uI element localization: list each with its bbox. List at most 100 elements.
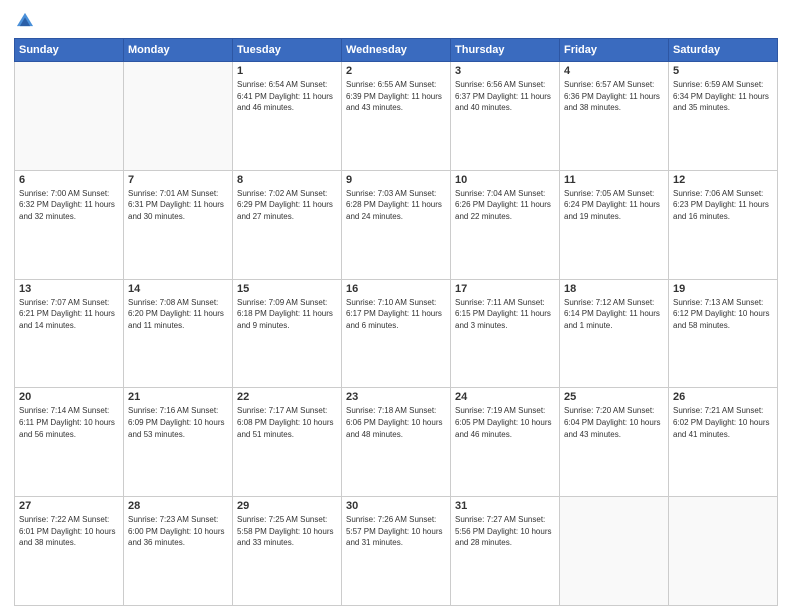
calendar-day-cell: 4 Sunrise: 6:57 AM Sunset: 6:36 PM Daylig… (560, 62, 669, 171)
calendar-day-cell: 17 Sunrise: 7:11 AM Sunset: 6:15 PM Dayli… (451, 279, 560, 388)
day-number: 26 (673, 391, 773, 403)
day-number: 10 (455, 174, 555, 186)
day-number: 29 (237, 500, 337, 512)
day-detail: Sunrise: 6:57 AM Sunset: 6:36 PM Dayligh… (564, 79, 664, 114)
day-number: 5 (673, 65, 773, 77)
calendar-day-cell: 31 Sunrise: 7:27 AM Sunset: 5:56 PM Dayli… (451, 497, 560, 606)
calendar-day-cell: 18 Sunrise: 7:12 AM Sunset: 6:14 PM Dayli… (560, 279, 669, 388)
day-detail: Sunrise: 7:11 AM Sunset: 6:15 PM Dayligh… (455, 297, 555, 332)
calendar-day-cell: 25 Sunrise: 7:20 AM Sunset: 6:04 PM Dayli… (560, 388, 669, 497)
day-number: 2 (346, 65, 446, 77)
day-detail: Sunrise: 7:26 AM Sunset: 5:57 PM Dayligh… (346, 514, 446, 549)
day-number: 12 (673, 174, 773, 186)
calendar-day-cell: 10 Sunrise: 7:04 AM Sunset: 6:26 PM Dayli… (451, 170, 560, 279)
weekday-header: Monday (124, 39, 233, 62)
day-detail: Sunrise: 7:00 AM Sunset: 6:32 PM Dayligh… (19, 188, 119, 223)
day-detail: Sunrise: 7:16 AM Sunset: 6:09 PM Dayligh… (128, 405, 228, 440)
weekday-header: Friday (560, 39, 669, 62)
calendar-day-cell: 8 Sunrise: 7:02 AM Sunset: 6:29 PM Daylig… (233, 170, 342, 279)
calendar-day-cell: 23 Sunrise: 7:18 AM Sunset: 6:06 PM Dayli… (342, 388, 451, 497)
calendar-day-cell: 21Sunrise: 7:16 AM Sunset: 6:09 PM Dayli… (124, 388, 233, 497)
calendar-week-row: 6 Sunrise: 7:00 AM Sunset: 6:32 PM Daylig… (15, 170, 778, 279)
day-detail: Sunrise: 7:10 AM Sunset: 6:17 PM Dayligh… (346, 297, 446, 332)
logo-icon (14, 10, 36, 32)
day-number: 9 (346, 174, 446, 186)
calendar-day-cell: 28Sunrise: 7:23 AM Sunset: 6:00 PM Dayli… (124, 497, 233, 606)
calendar-day-cell: 27 Sunrise: 7:22 AM Sunset: 6:01 PM Dayli… (15, 497, 124, 606)
calendar-day-cell: 30 Sunrise: 7:26 AM Sunset: 5:57 PM Dayli… (342, 497, 451, 606)
calendar-table: SundayMondayTuesdayWednesdayThursdayFrid… (14, 38, 778, 606)
calendar-body: 1Sunrise: 6:54 AM Sunset: 6:41 PM Daylig… (15, 62, 778, 606)
weekday-header: Wednesday (342, 39, 451, 62)
weekday-header: Sunday (15, 39, 124, 62)
day-detail: Sunrise: 6:59 AM Sunset: 6:34 PM Dayligh… (673, 79, 773, 114)
day-detail: Sunrise: 6:54 AM Sunset: 6:41 PM Dayligh… (237, 79, 337, 114)
calendar-header: SundayMondayTuesdayWednesdayThursdayFrid… (15, 39, 778, 62)
calendar-week-row: 13 Sunrise: 7:07 AM Sunset: 6:21 PM Dayli… (15, 279, 778, 388)
day-number: 17 (455, 283, 555, 295)
day-detail: Sunrise: 7:27 AM Sunset: 5:56 PM Dayligh… (455, 514, 555, 549)
calendar-day-cell: 2Sunrise: 6:55 AM Sunset: 6:39 PM Daylig… (342, 62, 451, 171)
day-number: 11 (564, 174, 664, 186)
day-number: 30 (346, 500, 446, 512)
day-detail: Sunrise: 7:22 AM Sunset: 6:01 PM Dayligh… (19, 514, 119, 549)
calendar-day-cell: 1Sunrise: 6:54 AM Sunset: 6:41 PM Daylig… (233, 62, 342, 171)
weekday-header: Thursday (451, 39, 560, 62)
day-detail: Sunrise: 7:23 AM Sunset: 6:00 PM Dayligh… (128, 514, 228, 549)
day-number: 13 (19, 283, 119, 295)
day-detail: Sunrise: 7:09 AM Sunset: 6:18 PM Dayligh… (237, 297, 337, 332)
calendar-week-row: 27 Sunrise: 7:22 AM Sunset: 6:01 PM Dayli… (15, 497, 778, 606)
day-number: 31 (455, 500, 555, 512)
day-number: 27 (19, 500, 119, 512)
calendar-day-cell: 19Sunrise: 7:13 AM Sunset: 6:12 PM Dayli… (669, 279, 778, 388)
day-number: 6 (19, 174, 119, 186)
calendar-day-cell: 6 Sunrise: 7:00 AM Sunset: 6:32 PM Daylig… (15, 170, 124, 279)
day-detail: Sunrise: 7:05 AM Sunset: 6:24 PM Dayligh… (564, 188, 664, 223)
day-number: 23 (346, 391, 446, 403)
calendar-day-cell: 14Sunrise: 7:08 AM Sunset: 6:20 PM Dayli… (124, 279, 233, 388)
day-detail: Sunrise: 7:08 AM Sunset: 6:20 PM Dayligh… (128, 297, 228, 332)
day-detail: Sunrise: 7:07 AM Sunset: 6:21 PM Dayligh… (19, 297, 119, 332)
day-number: 19 (673, 283, 773, 295)
calendar-day-cell: 24Sunrise: 7:19 AM Sunset: 6:05 PM Dayli… (451, 388, 560, 497)
calendar-day-cell: 5 Sunrise: 6:59 AM Sunset: 6:34 PM Daylig… (669, 62, 778, 171)
day-detail: Sunrise: 7:12 AM Sunset: 6:14 PM Dayligh… (564, 297, 664, 332)
calendar-day-cell: 29 Sunrise: 7:25 AM Sunset: 5:58 PM Dayli… (233, 497, 342, 606)
logo (14, 10, 38, 32)
weekday-header: Tuesday (233, 39, 342, 62)
day-detail: Sunrise: 7:25 AM Sunset: 5:58 PM Dayligh… (237, 514, 337, 549)
calendar-day-cell: 12 Sunrise: 7:06 AM Sunset: 6:23 PM Dayli… (669, 170, 778, 279)
day-number: 20 (19, 391, 119, 403)
day-number: 22 (237, 391, 337, 403)
day-number: 3 (455, 65, 555, 77)
day-number: 25 (564, 391, 664, 403)
day-number: 15 (237, 283, 337, 295)
day-number: 24 (455, 391, 555, 403)
day-detail: Sunrise: 7:20 AM Sunset: 6:04 PM Dayligh… (564, 405, 664, 440)
calendar-day-cell (669, 497, 778, 606)
header (14, 10, 778, 32)
calendar-week-row: 1Sunrise: 6:54 AM Sunset: 6:41 PM Daylig… (15, 62, 778, 171)
calendar-day-cell: 13 Sunrise: 7:07 AM Sunset: 6:21 PM Dayli… (15, 279, 124, 388)
weekday-row: SundayMondayTuesdayWednesdayThursdayFrid… (15, 39, 778, 62)
day-number: 4 (564, 65, 664, 77)
calendar-day-cell: 3 Sunrise: 6:56 AM Sunset: 6:37 PM Daylig… (451, 62, 560, 171)
calendar-day-cell: 20 Sunrise: 7:14 AM Sunset: 6:11 PM Dayli… (15, 388, 124, 497)
day-number: 7 (128, 174, 228, 186)
day-detail: Sunrise: 7:06 AM Sunset: 6:23 PM Dayligh… (673, 188, 773, 223)
day-detail: Sunrise: 7:03 AM Sunset: 6:28 PM Dayligh… (346, 188, 446, 223)
calendar-day-cell: 16Sunrise: 7:10 AM Sunset: 6:17 PM Dayli… (342, 279, 451, 388)
day-detail: Sunrise: 6:56 AM Sunset: 6:37 PM Dayligh… (455, 79, 555, 114)
day-detail: Sunrise: 7:14 AM Sunset: 6:11 PM Dayligh… (19, 405, 119, 440)
calendar-day-cell (560, 497, 669, 606)
day-number: 18 (564, 283, 664, 295)
calendar-day-cell: 9 Sunrise: 7:03 AM Sunset: 6:28 PM Daylig… (342, 170, 451, 279)
day-detail: Sunrise: 7:04 AM Sunset: 6:26 PM Dayligh… (455, 188, 555, 223)
calendar-day-cell (15, 62, 124, 171)
calendar-day-cell: 22Sunrise: 7:17 AM Sunset: 6:08 PM Dayli… (233, 388, 342, 497)
weekday-header: Saturday (669, 39, 778, 62)
page: SundayMondayTuesdayWednesdayThursdayFrid… (0, 0, 792, 612)
day-detail: Sunrise: 7:18 AM Sunset: 6:06 PM Dayligh… (346, 405, 446, 440)
day-detail: Sunrise: 7:02 AM Sunset: 6:29 PM Dayligh… (237, 188, 337, 223)
day-number: 8 (237, 174, 337, 186)
